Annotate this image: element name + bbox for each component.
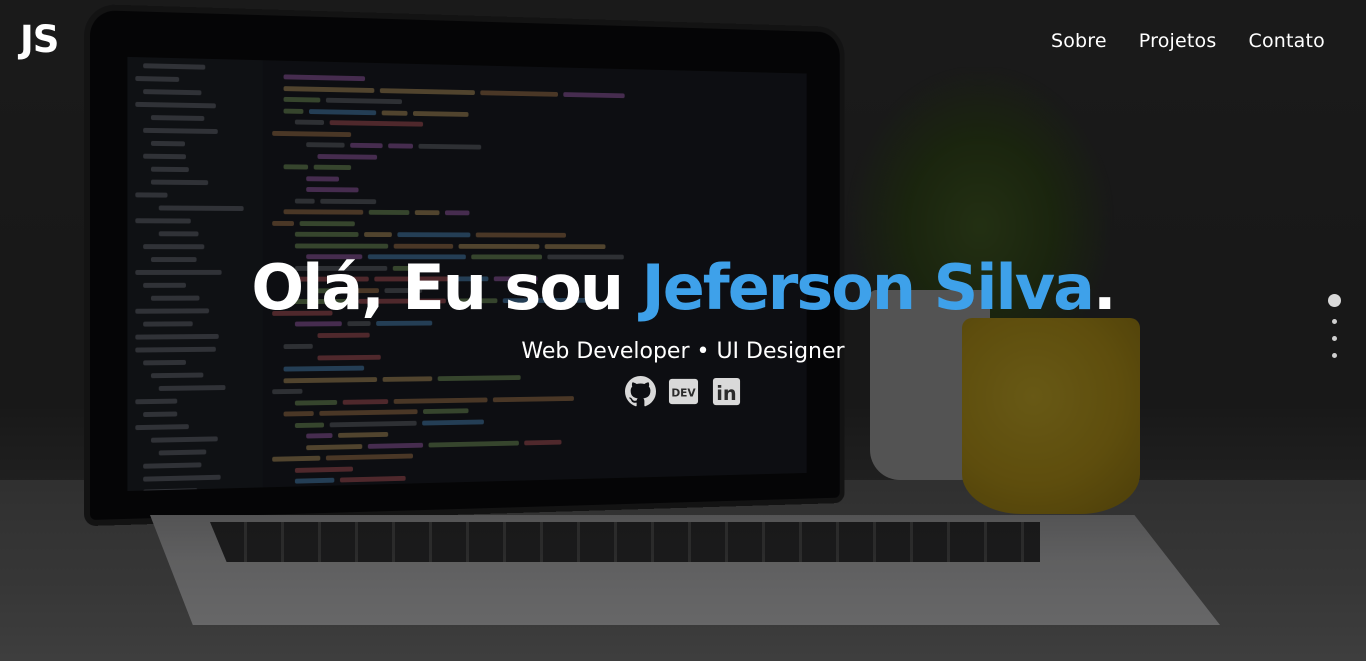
github-link[interactable] [624, 376, 656, 407]
hero-headline: Olá, Eu sou Jeferson Silva. [0, 252, 1366, 324]
github-icon [624, 376, 656, 407]
linkedin-icon: in [712, 377, 740, 405]
site-logo[interactable]: JS [20, 18, 59, 61]
main-nav: Sobre Projetos Contato [1051, 30, 1325, 52]
section-dots [1328, 294, 1341, 358]
nav-link-projetos[interactable]: Projetos [1139, 30, 1217, 52]
headline-greeting: Olá, Eu sou [251, 251, 642, 324]
dev-link[interactable]: DEV [668, 376, 699, 407]
social-links: DEV in [0, 376, 1366, 407]
hero-subtitle: Web Developer • UI Designer [521, 339, 845, 364]
headline-period: . [1093, 251, 1117, 324]
hero-section: Olá, Eu sou Jeferson Silva. Web Develope… [0, 252, 1366, 407]
headline-name: Jeferson Silva [641, 251, 1095, 324]
section-dot[interactable] [1332, 336, 1337, 341]
nav-link-sobre[interactable]: Sobre [1051, 30, 1107, 52]
nav-link-contato[interactable]: Contato [1248, 30, 1325, 52]
section-dot[interactable] [1332, 319, 1337, 324]
svg-text:DEV: DEV [671, 386, 696, 399]
section-dot[interactable] [1328, 294, 1341, 307]
svg-text:in: in [716, 382, 736, 405]
section-dot[interactable] [1332, 353, 1337, 358]
dev-icon: DEV [668, 378, 698, 405]
linkedin-link[interactable]: in [711, 376, 742, 407]
